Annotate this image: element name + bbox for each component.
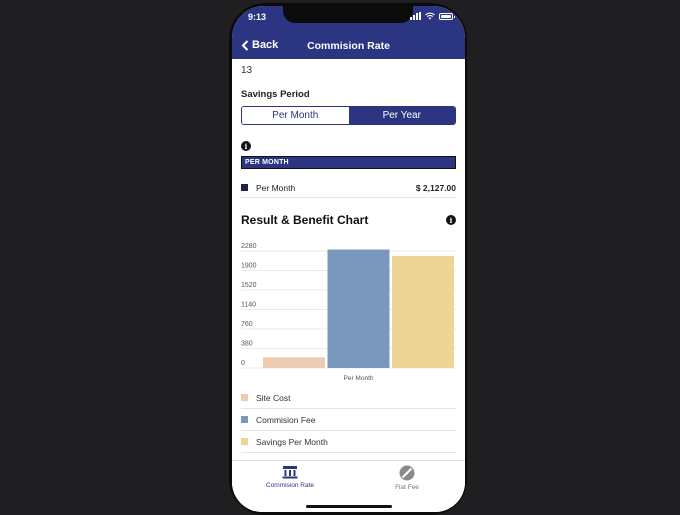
- legend-label: Commision Fee: [256, 414, 316, 425]
- info-icon[interactable]: i: [241, 141, 251, 151]
- y-tick-label: 1140: [241, 302, 256, 309]
- y-tick-label: 380: [241, 341, 253, 348]
- flat-fee-icon: [399, 465, 415, 481]
- y-tick-label: 2280: [241, 243, 257, 250]
- legend-label: Site Cost: [256, 392, 291, 403]
- bar-savings-per-month: [392, 255, 454, 368]
- wifi-icon: [425, 12, 435, 20]
- nav-header: 9:13 Back Commision Rate: [232, 6, 465, 59]
- legend-item-savings-per-month[interactable]: Savings Per Month: [241, 431, 456, 453]
- tab-label: Commision Rate: [265, 482, 315, 489]
- row-swatch: [241, 184, 248, 191]
- legend-swatch: [241, 438, 248, 445]
- legend-label: Savings Per Month: [256, 436, 328, 447]
- page-title: Commision Rate: [307, 40, 390, 52]
- tab-flat-fee[interactable]: Flat Fee: [349, 465, 465, 491]
- segment-per-year[interactable]: Per Year: [348, 107, 455, 124]
- chart-title: Result & Benefit Chart: [241, 213, 369, 227]
- y-tick-label: 760: [241, 321, 253, 328]
- segment-per-month[interactable]: Per Month: [242, 107, 349, 124]
- legend-item-site-cost[interactable]: Site Cost: [241, 387, 456, 409]
- tab-commision-rate[interactable]: Commision Rate: [232, 465, 348, 489]
- row-label: Per Month: [256, 182, 296, 193]
- status-time: 9:13: [248, 12, 267, 22]
- commission-icon: [282, 466, 298, 479]
- summary-table-row: Per Month $ 2,127.00: [241, 178, 456, 198]
- y-tick-label: 1520: [241, 282, 257, 289]
- legend-swatch: [241, 394, 248, 401]
- legend-item-commision-fee[interactable]: Commision Fee: [241, 409, 456, 431]
- summary-table-header: PER MONTH: [241, 156, 456, 169]
- row-amount: $ 2,127.00: [415, 182, 456, 193]
- home-indicator: [306, 505, 392, 508]
- y-tick-label: 1900: [241, 263, 257, 270]
- battery-icon: [439, 12, 455, 20]
- app-screen: 9:13 Back Commision Rate 13 Savings Peri…: [232, 6, 465, 512]
- notch: [283, 6, 413, 23]
- status-icons: [410, 12, 455, 20]
- signal-icon: [410, 12, 421, 20]
- bar-site-cost: [263, 357, 325, 368]
- legend-swatch: [241, 416, 248, 423]
- tab-label: Flat Fee: [395, 484, 419, 491]
- y-tick-label: 0: [241, 360, 245, 367]
- result-benefit-chart: 0 380 760 1140 1520 1900 2280 Per Month: [241, 243, 456, 382]
- tab-bar: Commision Rate Flat Fee: [232, 460, 465, 512]
- bar-commision-fee: [327, 249, 390, 368]
- savings-period-toggle: Per Month Per Year: [241, 106, 456, 125]
- x-tick-label: Per Month: [344, 375, 374, 382]
- chart-info-icon[interactable]: i: [446, 215, 456, 225]
- savings-period-label: Savings Period: [241, 89, 310, 100]
- orders-value: 13: [241, 65, 253, 76]
